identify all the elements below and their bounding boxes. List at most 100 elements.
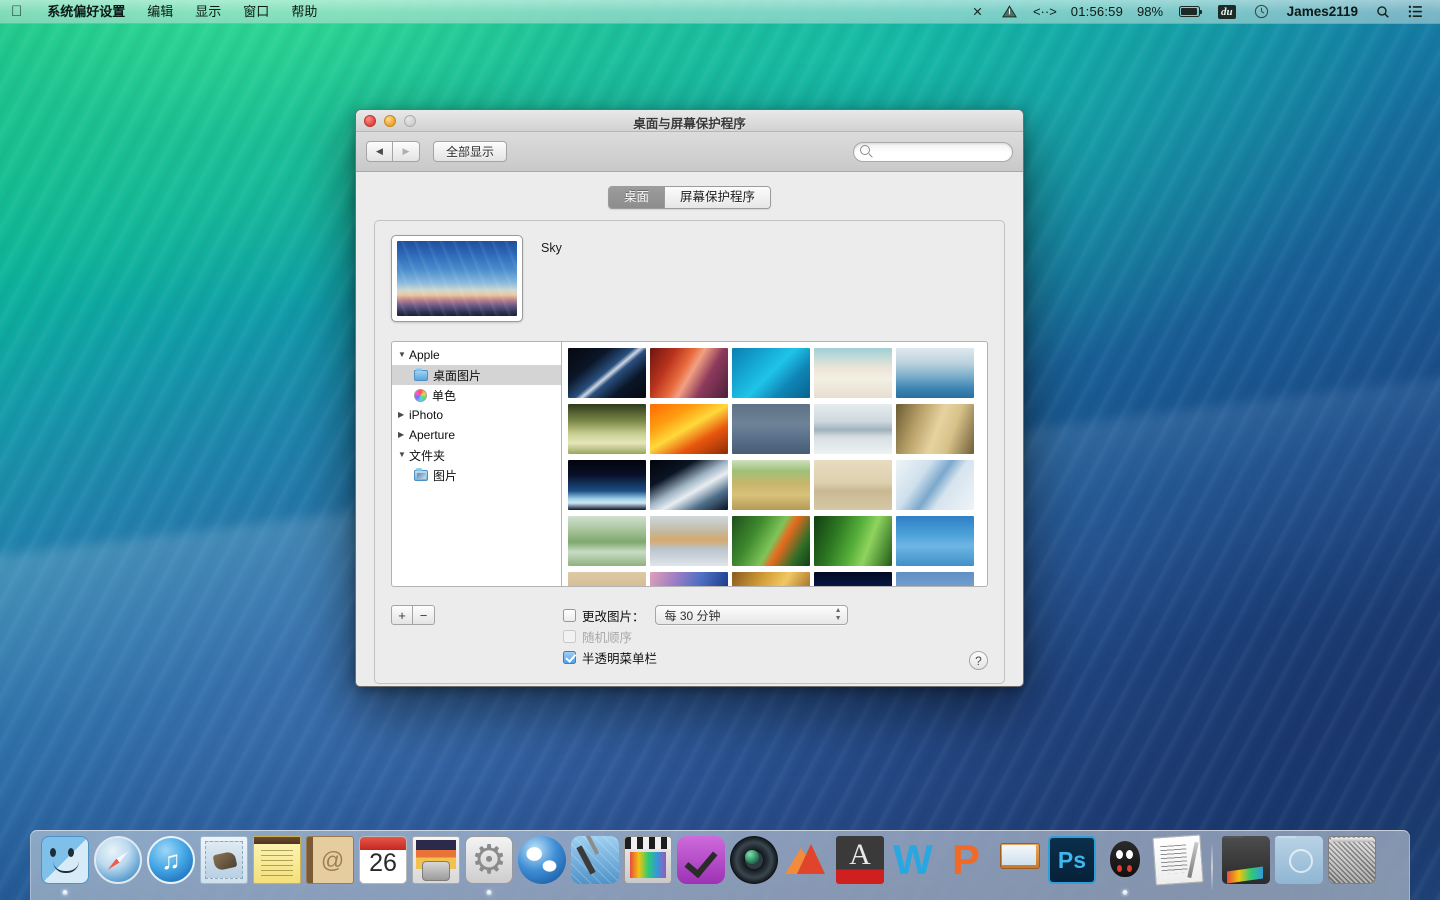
wallpaper-thumbnail[interactable] <box>732 348 810 398</box>
back-button[interactable]: ◀ <box>366 141 393 162</box>
wallpaper-thumbnail[interactable] <box>568 516 646 566</box>
dock-item-final-cut-pro[interactable] <box>622 842 674 896</box>
menu-edit[interactable]: 编辑 <box>136 0 184 24</box>
show-all-button[interactable]: 全部显示 <box>433 141 507 162</box>
dock-item-downloads-folder[interactable] <box>1220 842 1272 896</box>
battery-percent-label[interactable]: 98% <box>1130 0 1170 24</box>
menu-help[interactable]: 帮助 <box>280 0 328 24</box>
wallpaper-thumbnail[interactable] <box>732 460 810 510</box>
wallpaper-thumbnail[interactable] <box>650 460 728 510</box>
dock-item-calendar[interactable] <box>357 842 409 896</box>
wallpaper-thumbnail[interactable] <box>814 460 892 510</box>
wallpaper-thumbnail[interactable] <box>732 572 810 587</box>
dock-item-qq[interactable] <box>1099 842 1151 896</box>
dock-item-microsoft-word[interactable] <box>887 842 939 896</box>
battery-icon[interactable] <box>1170 0 1209 24</box>
wallpaper-thumbnail[interactable] <box>814 516 892 566</box>
dock-item-itunes[interactable] <box>145 842 197 896</box>
wallpaper-thumbnail[interactable] <box>650 348 728 398</box>
wallpaper-thumbnail[interactable] <box>568 348 646 398</box>
source-list-item[interactable]: ▼文件夹 <box>392 445 561 465</box>
wallpaper-thumbnail[interactable] <box>814 572 892 587</box>
source-list-item[interactable]: 图片 <box>392 465 561 485</box>
bluetooth-icon[interactable] <box>962 0 993 24</box>
random-order-checkbox[interactable] <box>563 630 576 643</box>
time-machine-icon[interactable] <box>1245 0 1278 24</box>
source-list-item[interactable]: 单色 <box>392 385 561 405</box>
dock-item-finder[interactable] <box>39 842 91 896</box>
wallpaper-preview-frame[interactable] <box>391 235 523 322</box>
wallpaper-thumbnail[interactable] <box>896 572 974 587</box>
translucent-menubar-checkbox[interactable] <box>563 651 576 664</box>
change-interval-popup[interactable]: 每 30 分钟 ▲▼ <box>655 605 848 625</box>
source-list-item[interactable]: ▼Apple <box>392 345 561 365</box>
wallpaper-thumbnail[interactable] <box>568 460 646 510</box>
dock-item-contacts[interactable] <box>304 842 356 896</box>
tab-desktop[interactable]: 桌面 <box>609 187 664 208</box>
wallpaper-thumbnail[interactable] <box>732 404 810 454</box>
source-list-item[interactable]: 桌面图片 <box>392 365 561 385</box>
wallpaper-thumbnail[interactable] <box>650 572 728 587</box>
dock-item-keynote[interactable] <box>993 842 1045 896</box>
wallpaper-thumbnail[interactable] <box>732 516 810 566</box>
disclosure-down-icon[interactable]: ▼ <box>398 451 409 459</box>
wallpaper-thumbnail[interactable] <box>896 460 974 510</box>
dock-item-autocad[interactable] <box>834 842 886 896</box>
dock-item-trash[interactable] <box>1326 842 1378 896</box>
menu-bar-clock[interactable]: 01:56:59 <box>1064 0 1130 24</box>
disclosure-right-icon[interactable]: ▶ <box>398 431 409 439</box>
menu-window[interactable]: 窗口 <box>232 0 280 24</box>
user-menu-label[interactable]: James2119 <box>1278 4 1367 19</box>
wallpaper-thumbnail[interactable] <box>568 404 646 454</box>
wallpaper-thumbnail[interactable] <box>896 516 974 566</box>
wallpaper-grid-pane[interactable] <box>561 341 988 587</box>
wallpaper-thumbnail[interactable] <box>896 348 974 398</box>
help-button[interactable]: ? <box>969 651 988 670</box>
search-input[interactable] <box>853 142 1013 162</box>
input-method-icon[interactable]: du <box>1209 0 1245 24</box>
system-preferences-icon <box>465 836 513 884</box>
wallpaper-thumbnail[interactable] <box>650 516 728 566</box>
dock-item-omnifocus[interactable] <box>675 842 727 896</box>
apple-menu-icon[interactable]:  <box>11 4 22 19</box>
dock-item-prezi[interactable] <box>940 842 992 896</box>
wallpaper-source-list[interactable]: ▼Apple桌面图片单色▶iPhoto▶Aperture▼文件夹图片 <box>391 341 561 587</box>
source-list-item[interactable]: ▶iPhoto <box>392 405 561 425</box>
dock-item-stickies[interactable] <box>251 842 303 896</box>
dock-item-system-preferences[interactable] <box>463 842 515 896</box>
chevron-updown-icon: ▲▼ <box>835 608 842 622</box>
menu-view[interactable]: 显示 <box>184 0 232 24</box>
dock-item-safari[interactable] <box>92 842 144 896</box>
disclosure-down-icon[interactable]: ▼ <box>398 351 409 359</box>
dock-item-google-earth[interactable] <box>516 842 568 896</box>
notification-center-icon[interactable] <box>1399 0 1432 24</box>
change-picture-label: 更改图片： <box>582 606 645 625</box>
wallpaper-thumbnail[interactable] <box>814 348 892 398</box>
wallpaper-thumbnail[interactable] <box>650 404 728 454</box>
change-picture-checkbox[interactable] <box>563 609 576 622</box>
add-folder-button[interactable]: + <box>391 605 413 625</box>
dock-item-xcode[interactable] <box>569 842 621 896</box>
dock-item-iphoto[interactable] <box>410 842 462 896</box>
dock-item-photoshop[interactable] <box>1046 842 1098 896</box>
source-list-item[interactable]: ▶Aperture <box>392 425 561 445</box>
wallpaper-thumbnail[interactable] <box>568 572 646 587</box>
window-title-bar[interactable]: 桌面与屏幕保护程序 <box>356 110 1023 132</box>
wallpaper-thumbnail-image <box>568 572 646 587</box>
network-activity-icon[interactable]: <··> <box>1026 0 1064 24</box>
dock-item-documents-folder[interactable] <box>1273 842 1325 896</box>
wallpaper-thumbnail[interactable] <box>814 404 892 454</box>
disclosure-right-icon[interactable]: ▶ <box>398 411 409 419</box>
dock-item-camera-lens-app[interactable] <box>728 842 780 896</box>
dock-item-mail[interactable] <box>198 842 250 896</box>
prezi-icon <box>942 836 990 884</box>
tab-screensaver[interactable]: 屏幕保护程序 <box>664 187 770 208</box>
wallpaper-thumbnail[interactable] <box>896 404 974 454</box>
forward-button[interactable]: ▶ <box>393 141 420 162</box>
menu-system-preferences[interactable]: 系统偏好设置 <box>36 0 136 24</box>
dock-item-textedit[interactable] <box>1152 842 1204 896</box>
wifi-icon[interactable] <box>993 0 1026 24</box>
dock-item-matlab[interactable] <box>781 842 833 896</box>
spotlight-search-icon[interactable] <box>1367 0 1399 24</box>
remove-folder-button[interactable]: − <box>413 605 435 625</box>
